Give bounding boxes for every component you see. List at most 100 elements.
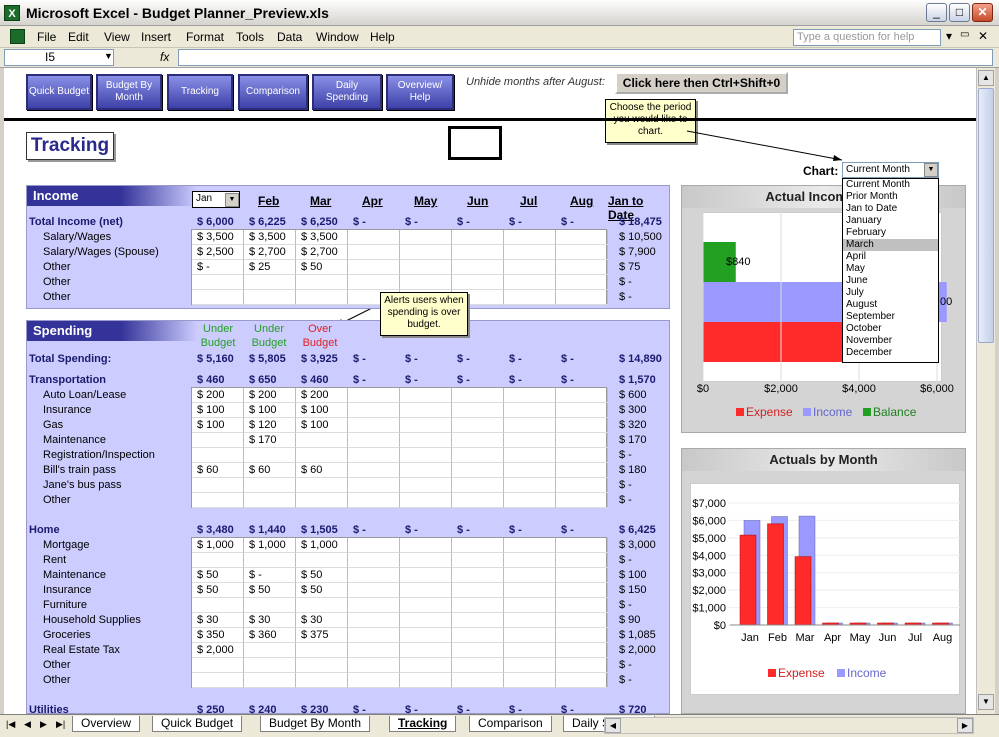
menu-tools[interactable]: Tools bbox=[236, 30, 264, 44]
home-cell[interactable] bbox=[452, 613, 504, 628]
chart-option-may[interactable]: May bbox=[843, 263, 938, 275]
home-cell[interactable] bbox=[504, 643, 556, 658]
transport-cell[interactable] bbox=[556, 433, 608, 448]
home-cell[interactable] bbox=[504, 583, 556, 598]
chart-option-current-month[interactable]: Current Month bbox=[843, 179, 938, 191]
home-cell[interactable] bbox=[556, 568, 608, 583]
chart-option-july[interactable]: July bbox=[843, 287, 938, 299]
home-cell[interactable] bbox=[556, 673, 608, 688]
transport-cell[interactable] bbox=[452, 448, 504, 463]
home-cell[interactable] bbox=[400, 583, 452, 598]
home-cell[interactable] bbox=[504, 658, 556, 673]
home-cell[interactable] bbox=[556, 583, 608, 598]
home-cell[interactable] bbox=[296, 658, 348, 673]
start-month-select[interactable]: Jan ▼ bbox=[192, 191, 240, 208]
chevron-down-icon[interactable]: ▼ bbox=[225, 193, 239, 207]
home-cell[interactable] bbox=[400, 628, 452, 643]
scroll-thumb[interactable] bbox=[978, 88, 994, 343]
home-cell[interactable] bbox=[348, 658, 400, 673]
formula-input[interactable] bbox=[178, 49, 993, 66]
first-sheet-icon[interactable]: |◀ bbox=[6, 719, 15, 730]
chart-option-december[interactable]: December bbox=[843, 347, 938, 359]
chart-option-jan-to-date[interactable]: Jan to Date bbox=[843, 203, 938, 215]
chart-option-march[interactable]: March bbox=[843, 239, 938, 251]
income-cell[interactable] bbox=[556, 230, 608, 245]
transport-cell[interactable] bbox=[296, 493, 348, 508]
transport-cell[interactable] bbox=[296, 448, 348, 463]
transport-cell[interactable] bbox=[348, 388, 400, 403]
income-cell[interactable] bbox=[504, 290, 556, 305]
transport-cell[interactable] bbox=[556, 403, 608, 418]
income-cell[interactable] bbox=[556, 245, 608, 260]
transport-cell[interactable] bbox=[400, 448, 452, 463]
menu-format[interactable]: Format bbox=[186, 30, 224, 44]
transport-cell[interactable] bbox=[556, 463, 608, 478]
transport-cell[interactable] bbox=[400, 433, 452, 448]
home-cell[interactable] bbox=[348, 583, 400, 598]
transport-cell[interactable] bbox=[452, 493, 504, 508]
transport-cell[interactable] bbox=[452, 433, 504, 448]
last-sheet-icon[interactable]: ▶| bbox=[56, 719, 65, 730]
maximize-button[interactable]: □ bbox=[949, 3, 970, 22]
income-cell[interactable] bbox=[244, 290, 296, 305]
home-cell[interactable] bbox=[452, 553, 504, 568]
home-cell[interactable] bbox=[192, 658, 244, 673]
scroll-left-icon[interactable]: ◀ bbox=[605, 718, 621, 733]
home-cell[interactable] bbox=[348, 613, 400, 628]
chart-option-april[interactable]: April bbox=[843, 251, 938, 263]
home-cell[interactable] bbox=[400, 568, 452, 583]
transport-cell[interactable] bbox=[244, 493, 296, 508]
transport-cell[interactable] bbox=[348, 433, 400, 448]
income-cell[interactable] bbox=[504, 230, 556, 245]
home-cell[interactable] bbox=[296, 673, 348, 688]
home-cell[interactable] bbox=[400, 643, 452, 658]
income-cell[interactable] bbox=[504, 245, 556, 260]
home-cell[interactable] bbox=[348, 568, 400, 583]
income-cell[interactable] bbox=[556, 260, 608, 275]
menu-window[interactable]: Window bbox=[316, 30, 359, 44]
income-cell[interactable] bbox=[348, 275, 400, 290]
transport-cell[interactable] bbox=[192, 478, 244, 493]
home-cell[interactable] bbox=[192, 673, 244, 688]
home-cell[interactable] bbox=[400, 538, 452, 553]
home-cell[interactable] bbox=[452, 598, 504, 613]
scroll-up-icon[interactable]: ▲ bbox=[978, 70, 994, 86]
worksheet[interactable]: Quick Budget Budget By Month Tracking Co… bbox=[4, 68, 976, 714]
transport-cell[interactable] bbox=[400, 418, 452, 433]
income-cell[interactable] bbox=[192, 275, 244, 290]
home-cell[interactable] bbox=[556, 628, 608, 643]
home-cell[interactable] bbox=[452, 658, 504, 673]
income-cell[interactable] bbox=[504, 275, 556, 290]
home-cell[interactable] bbox=[244, 598, 296, 613]
income-cell[interactable] bbox=[348, 230, 400, 245]
home-cell[interactable] bbox=[400, 553, 452, 568]
transport-cell[interactable] bbox=[348, 403, 400, 418]
income-cell[interactable] bbox=[452, 230, 504, 245]
income-cell[interactable] bbox=[400, 245, 452, 260]
menu-file[interactable]: File bbox=[37, 30, 56, 44]
home-cell[interactable] bbox=[504, 598, 556, 613]
chart-option-october[interactable]: October bbox=[843, 323, 938, 335]
income-cell[interactable] bbox=[452, 245, 504, 260]
sheet-tab-tracking[interactable]: Tracking bbox=[389, 716, 457, 732]
income-cell[interactable] bbox=[556, 275, 608, 290]
home-cell[interactable] bbox=[504, 538, 556, 553]
income-cell[interactable] bbox=[400, 230, 452, 245]
home-cell[interactable] bbox=[400, 613, 452, 628]
transport-cell[interactable] bbox=[452, 463, 504, 478]
chart-option-june[interactable]: June bbox=[843, 275, 938, 287]
menu-view[interactable]: View bbox=[104, 30, 130, 44]
doc-close-icon[interactable]: ✕ bbox=[978, 29, 988, 43]
home-cell[interactable] bbox=[296, 553, 348, 568]
transport-cell[interactable] bbox=[504, 448, 556, 463]
transport-cell[interactable] bbox=[556, 478, 608, 493]
home-cell[interactable] bbox=[504, 628, 556, 643]
workbook-icon[interactable] bbox=[10, 29, 25, 44]
home-cell[interactable] bbox=[348, 673, 400, 688]
home-cell[interactable] bbox=[296, 643, 348, 658]
transport-cell[interactable] bbox=[556, 448, 608, 463]
fx-icon[interactable]: fx bbox=[160, 50, 169, 64]
minimize-button[interactable]: _ bbox=[926, 3, 947, 22]
home-cell[interactable] bbox=[348, 553, 400, 568]
chart-option-prior-month[interactable]: Prior Month bbox=[843, 191, 938, 203]
